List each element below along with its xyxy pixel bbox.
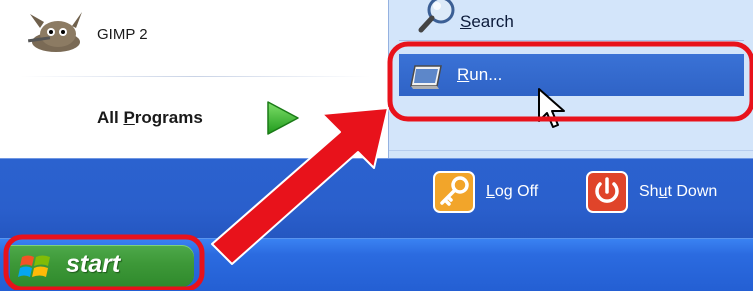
places-pane: Search Run...: [388, 0, 753, 160]
logoff-button[interactable]: Log Off: [432, 170, 572, 214]
green-arrow-icon: [267, 101, 299, 135]
logoff-label: Log Off: [486, 183, 539, 200]
program-item-gimp[interactable]: GIMP 2: [0, 0, 390, 74]
shutdown-label: Shut Down: [639, 183, 718, 200]
programs-pane: GIMP 2 All Programs: [0, 0, 390, 160]
shutdown-button[interactable]: Shut Down: [585, 170, 753, 214]
all-programs-item[interactable]: All Programs: [0, 86, 390, 150]
cursor-icon: [538, 88, 565, 128]
logoff-key-icon: [433, 171, 475, 213]
search-item[interactable]: Search: [389, 0, 753, 40]
search-icon: [418, 0, 455, 33]
gimp-label: GIMP 2: [97, 26, 148, 43]
separator: [399, 40, 744, 41]
search-label: Search: [460, 12, 514, 31]
gimp-icon: [27, 12, 82, 52]
shutdown-power-icon: [586, 171, 628, 213]
separator: [20, 76, 370, 77]
windows-flag-icon: [18, 255, 50, 277]
start-label: start: [66, 250, 121, 278]
run-label: Run...: [457, 65, 503, 84]
run-item[interactable]: Run...: [399, 54, 744, 96]
start-button[interactable]: start: [10, 245, 194, 287]
all-programs-label: All Programs: [97, 108, 203, 127]
separator: [389, 150, 753, 151]
run-icon: [410, 65, 442, 89]
